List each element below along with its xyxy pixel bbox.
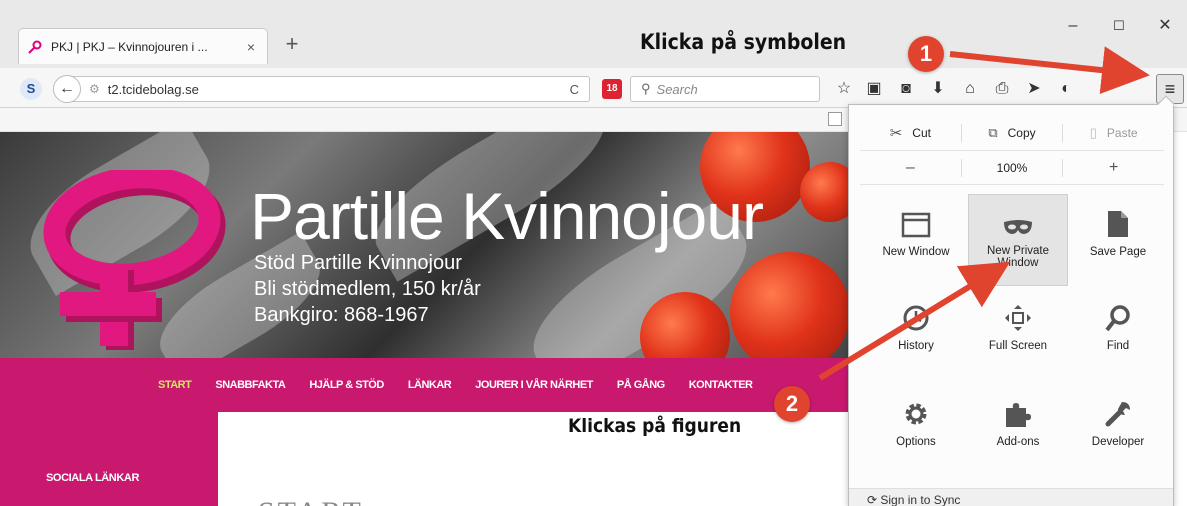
annotation-badge-1: 1 (908, 36, 944, 72)
annotation-arrows (818, 46, 1150, 381)
annotation-badge-2: 2 (774, 386, 810, 422)
arrow-1 (949, 46, 1150, 95)
arrow-2 (818, 261, 1011, 381)
